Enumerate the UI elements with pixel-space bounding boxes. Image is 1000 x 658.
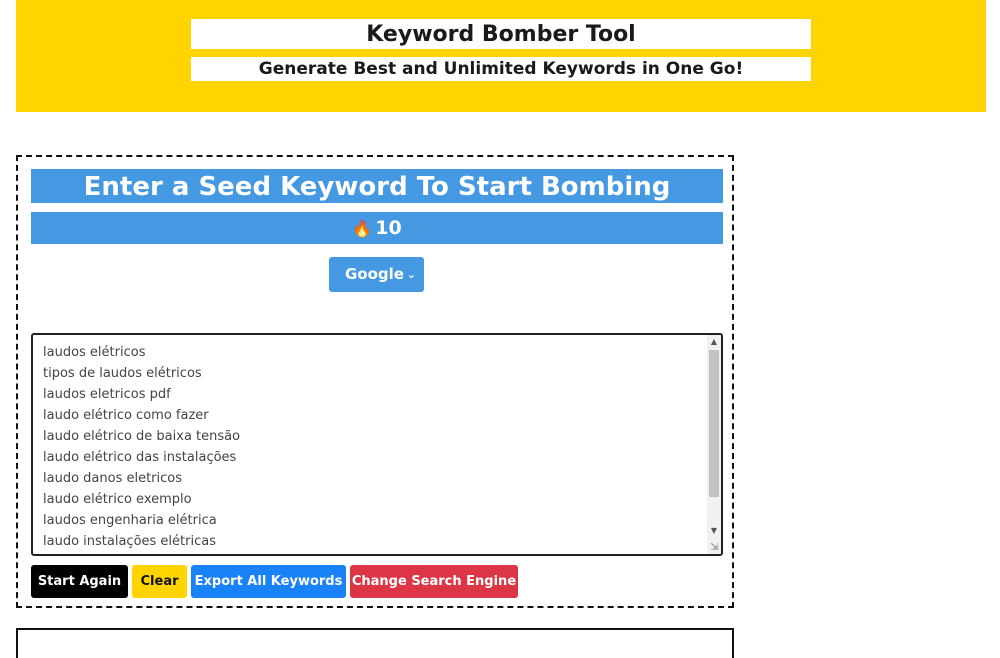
keyword-list-item: laudos engenharia elétrica (43, 513, 217, 528)
clear-button[interactable]: Clear (132, 565, 187, 598)
change-search-engine-button[interactable]: Change Search Engine (350, 565, 518, 598)
page-subtitle: Generate Best and Unlimited Keywords in … (191, 57, 811, 81)
bomb-counter: 🔥 10 (31, 212, 723, 244)
keyword-list-item: laudos eletricos pdf (43, 387, 171, 402)
start-again-button[interactable]: Start Again (31, 565, 128, 598)
scroll-up-arrow-icon[interactable]: ▲ (707, 335, 721, 349)
keyword-list-item: laudo elétrico exemplo (43, 492, 192, 507)
flame-icon: 🔥 (352, 219, 373, 238)
search-engine-select[interactable]: Google ⌄ (329, 257, 424, 292)
counter-value: 10 (375, 217, 402, 239)
keyword-list: laudos elétricos tipos de laudos elétrico… (33, 335, 721, 552)
page-title: Keyword Bomber Tool (191, 19, 811, 49)
keyword-results-textarea[interactable]: laudos elétricos tipos de laudos elétrico… (31, 333, 723, 556)
engine-selected-value: Google (345, 265, 404, 283)
results-scrollbar[interactable]: ▲ ▼ (707, 335, 721, 554)
page-header: Keyword Bomber Tool Generate Best and Un… (16, 0, 986, 112)
resize-grip-icon[interactable]: ⇲ (709, 542, 720, 553)
keyword-tool-panel: Enter a Seed Keyword To Start Bombing 🔥 1… (16, 155, 734, 608)
keyword-list-item: laudo danos eletricos (43, 471, 183, 486)
keyword-list-item: laudo elétrico das instalações (43, 450, 237, 465)
secondary-panel (16, 628, 734, 658)
scroll-down-arrow-icon[interactable]: ▼ (707, 524, 721, 538)
keyword-list-item: laudo elétrico como fazer (43, 408, 209, 423)
keyword-list-item: tipos de laudos elétricos (43, 366, 202, 381)
seed-keyword-banner: Enter a Seed Keyword To Start Bombing (31, 169, 723, 203)
scrollbar-thumb[interactable] (709, 350, 719, 497)
keyword-list-item: laudo instalações elétricas (43, 534, 216, 549)
keyword-list-item: laudo elétrico de baixa tensão (43, 429, 241, 444)
export-keywords-button[interactable]: Export All Keywords (191, 565, 346, 598)
chevron-down-icon: ⌄ (406, 268, 416, 281)
keyword-list-item: laudos elétricos (43, 345, 146, 360)
